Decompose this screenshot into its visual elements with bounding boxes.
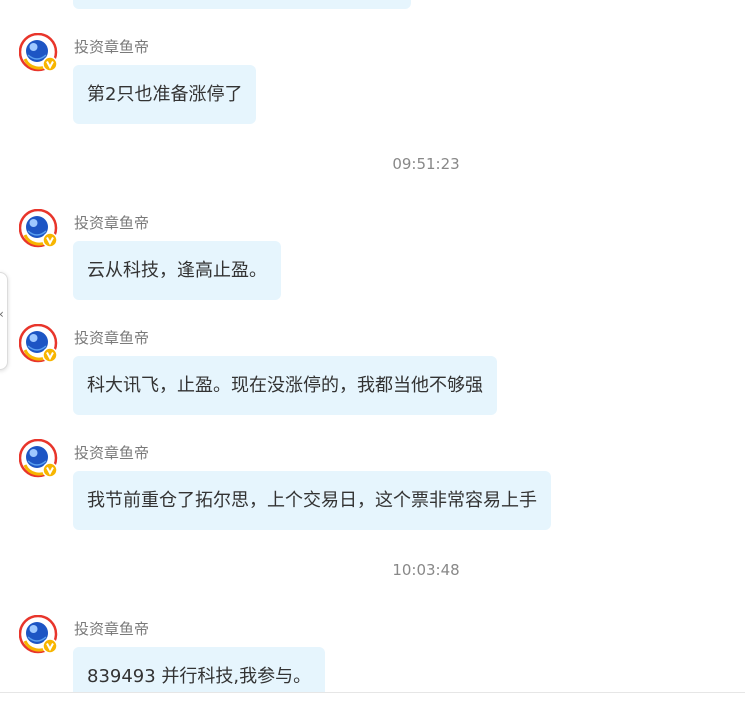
sender-name: 投资章鱼帝 <box>74 444 150 462</box>
timestamp: 09:51:23 <box>392 155 460 173</box>
sender-name: 投资章鱼帝 <box>74 620 150 638</box>
message-bubble-partial <box>73 0 411 9</box>
message-bubble[interactable]: 839493 并行科技,我参与。 <box>73 647 326 692</box>
avatar[interactable] <box>19 324 59 364</box>
collapse-panel-handle[interactable]: ‹ <box>0 272 8 370</box>
globe-avatar-icon <box>19 439 58 478</box>
message-bubble[interactable]: 云从科技，逢高止盈。 <box>73 241 281 300</box>
chat-message-list[interactable]: 投资章鱼帝 第2只也准备涨停了 09:51:23 投资章鱼帝 云从科技，逢高止盈… <box>0 0 745 692</box>
globe-avatar-icon <box>19 209 58 248</box>
avatar[interactable] <box>19 615 59 655</box>
sender-name: 投资章鱼帝 <box>74 38 150 56</box>
globe-avatar-icon <box>19 615 58 654</box>
chevron-left-icon: ‹ <box>0 307 4 321</box>
avatar[interactable] <box>19 209 59 249</box>
sender-name: 投资章鱼帝 <box>74 214 150 232</box>
message-bubble[interactable]: 我节前重仓了拓尔思，上个交易日，这个票非常容易上手 <box>73 471 551 530</box>
globe-avatar-icon <box>19 33 58 72</box>
input-area-divider <box>0 692 745 709</box>
sender-name: 投资章鱼帝 <box>74 329 150 347</box>
timestamp: 10:03:48 <box>392 561 460 579</box>
message-bubble[interactable]: 科大讯飞，止盈。现在没涨停的，我都当他不够强 <box>73 356 497 415</box>
message-bubble[interactable]: 第2只也准备涨停了 <box>73 65 257 124</box>
avatar[interactable] <box>19 33 59 73</box>
globe-avatar-icon <box>19 324 58 363</box>
avatar[interactable] <box>19 439 59 479</box>
